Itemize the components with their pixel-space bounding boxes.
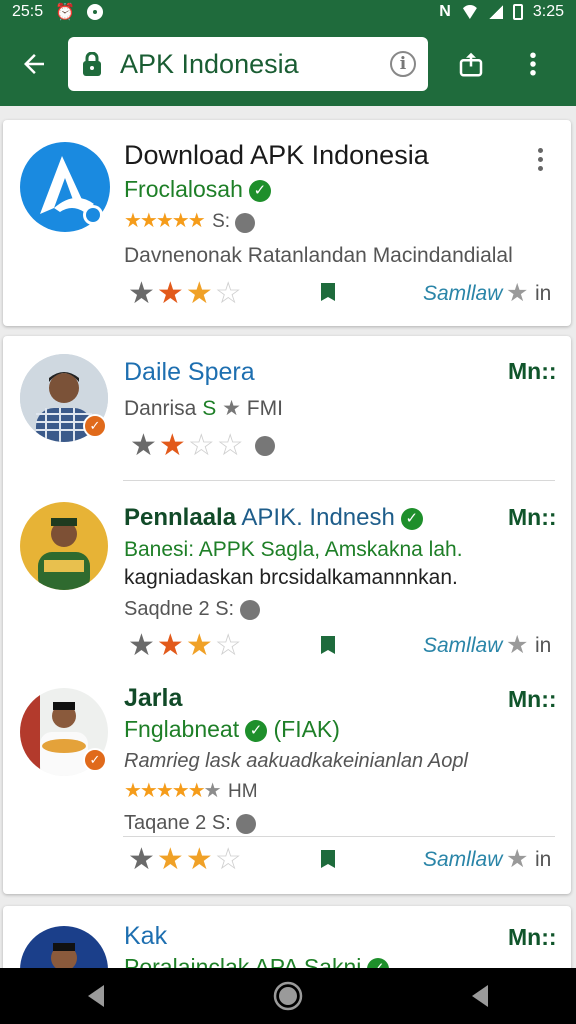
arrow-left-icon xyxy=(24,54,44,74)
entry-title[interactable]: Daile Spera xyxy=(124,358,255,387)
verified-badge: ✓ xyxy=(83,748,107,772)
verified-badge: ✓ xyxy=(83,414,107,438)
results-list-card: ✓ Daile Spera Mn:: Danrisa S ★ FMI ★★☆☆ … xyxy=(3,336,571,894)
divider xyxy=(123,836,555,837)
wrench-icon xyxy=(255,436,275,456)
notification-icon xyxy=(87,4,104,20)
rating-suffix: HM xyxy=(228,781,258,802)
wrench-icon xyxy=(236,813,257,834)
link-suffix: in xyxy=(535,634,552,657)
more-vert-icon xyxy=(530,52,536,76)
app-logo xyxy=(20,142,110,232)
rating-row: ★★★★★ S: xyxy=(124,208,255,233)
link-suffix: in xyxy=(535,848,552,871)
overflow-menu-button[interactable] xyxy=(502,30,564,98)
entry-title[interactable]: Kak xyxy=(124,922,167,951)
entry-title-row[interactable]: Pennlaala APIK. Indnesh ✓ xyxy=(124,504,423,532)
signal-icon xyxy=(488,5,503,19)
card-menu-button[interactable] xyxy=(538,148,544,175)
meta-s: S: xyxy=(215,598,235,620)
user-rating-stars[interactable]: ★★★☆ xyxy=(128,276,244,311)
see-all-link[interactable]: Samllaw xyxy=(423,282,502,306)
alarm-icon: ⏰ xyxy=(55,4,76,21)
triangle-recents-icon xyxy=(472,985,488,1007)
share-button[interactable] xyxy=(440,30,502,98)
bookmark-icon[interactable] xyxy=(321,850,335,868)
publisher-name: Froclalosah xyxy=(124,176,243,202)
featured-app-card[interactable]: Download APK Indonesia Froclalosah ✓ ★★★★… xyxy=(3,120,571,326)
app-title: Download APK Indonesia xyxy=(124,140,429,170)
browser-toolbar: APK Indonesia i xyxy=(0,30,576,98)
entry-side-label: Mn:: xyxy=(508,686,557,712)
link-suffix: in xyxy=(535,282,552,305)
app-description: Davnenonak Ratanlandan Macindandialal xyxy=(124,244,513,267)
verified-icon: ✓ xyxy=(248,179,271,202)
battery-icon xyxy=(512,4,523,20)
meta-s: S: xyxy=(211,812,231,834)
meta-prefix: Danrisa xyxy=(124,397,197,420)
circle-home-icon xyxy=(273,981,303,1011)
system-nav-bar xyxy=(0,968,576,1024)
entry-title[interactable]: Jarla xyxy=(124,684,182,713)
info-icon[interactable]: i xyxy=(390,51,416,77)
wrench-icon xyxy=(239,599,260,620)
status-bar: 25:5 ⏰ N 3:25 xyxy=(0,0,576,24)
url-text: APK Indonesia xyxy=(120,48,299,79)
entry-meta: Danrisa S ★ FMI xyxy=(124,396,283,421)
meta-text: Saqdne 2 xyxy=(124,598,210,620)
see-all-link[interactable]: Samllaw xyxy=(423,634,502,658)
entry-side-label: Mn:: xyxy=(508,504,557,530)
entry-description: Ramrieg lask aakuadkakeinianlan Aopl xyxy=(124,750,468,772)
url-bar[interactable]: APK Indonesia i xyxy=(68,37,428,91)
entry-meta: Saqdne 2 S: xyxy=(124,598,260,621)
entry-side-label: Mn:: xyxy=(508,358,557,384)
entry-meta: Taqane 2 S: xyxy=(124,812,257,835)
nav-recents-button[interactable] xyxy=(448,968,512,1024)
entry-rating-stars[interactable]: ★★☆☆ xyxy=(130,428,246,463)
wifi-icon xyxy=(460,5,479,19)
star-icon: ★ xyxy=(222,397,241,420)
lock-icon xyxy=(83,52,101,76)
entry-rating-stars[interactable]: ★★★☆ xyxy=(128,628,244,663)
star-icon: ★ xyxy=(506,631,529,659)
publisher-row: Fnglabneat ✓ (FIAK) xyxy=(124,716,340,743)
rating-extra: S: xyxy=(212,211,231,232)
entry-title-bold: Pennlaala xyxy=(124,504,237,531)
rating-row: ★★★★★★ HM xyxy=(124,778,258,803)
star-icon: ★ xyxy=(506,845,529,873)
bookmark-icon[interactable] xyxy=(321,636,335,654)
verified-icon: ✓ xyxy=(400,507,423,530)
entry-line1: Banesi: APPK Sagla, Amskakna lah. xyxy=(124,538,463,561)
publisher-name: Fnglabneat xyxy=(124,716,240,742)
bookmark-icon[interactable] xyxy=(321,283,335,301)
back-button[interactable] xyxy=(0,30,68,98)
meta-suffix: FMI xyxy=(246,397,283,420)
divider xyxy=(123,480,555,481)
wrench-icon xyxy=(234,212,255,233)
status-time-left: 25:5 xyxy=(12,3,44,20)
entry-rating-stars[interactable]: ★★★☆ xyxy=(128,842,244,877)
nfc-icon: N xyxy=(439,3,451,20)
meta-s: S xyxy=(202,397,217,420)
see-all-link[interactable]: Samllaw xyxy=(423,848,502,872)
verified-icon: ✓ xyxy=(245,719,268,742)
publisher-row: Froclalosah ✓ xyxy=(124,176,271,203)
status-time-right: 3:25 xyxy=(532,3,564,20)
avatar[interactable] xyxy=(20,502,108,590)
share-icon xyxy=(459,52,483,77)
person-avatar-icon xyxy=(20,502,108,590)
entry-side-label: Mn:: xyxy=(508,924,557,950)
star-rating: ★★★★★★ xyxy=(124,780,222,802)
triangle-back-icon xyxy=(88,985,104,1007)
nav-back-button[interactable] xyxy=(64,968,128,1024)
nav-home-button[interactable] xyxy=(256,968,320,1024)
star-icon: ★ xyxy=(506,279,529,307)
publisher-tag: (FIAK) xyxy=(273,716,340,742)
entry-title-rest: APIK. Indnesh xyxy=(241,504,395,531)
star-rating: ★★★★★ xyxy=(124,210,206,232)
app-bar: 25:5 ⏰ N 3:25 APK Indonesia i xyxy=(0,0,576,106)
entry-line2: kagniadaskan brcsidalkamannnkan. xyxy=(124,566,458,589)
meta-text: Taqane 2 xyxy=(124,812,207,834)
